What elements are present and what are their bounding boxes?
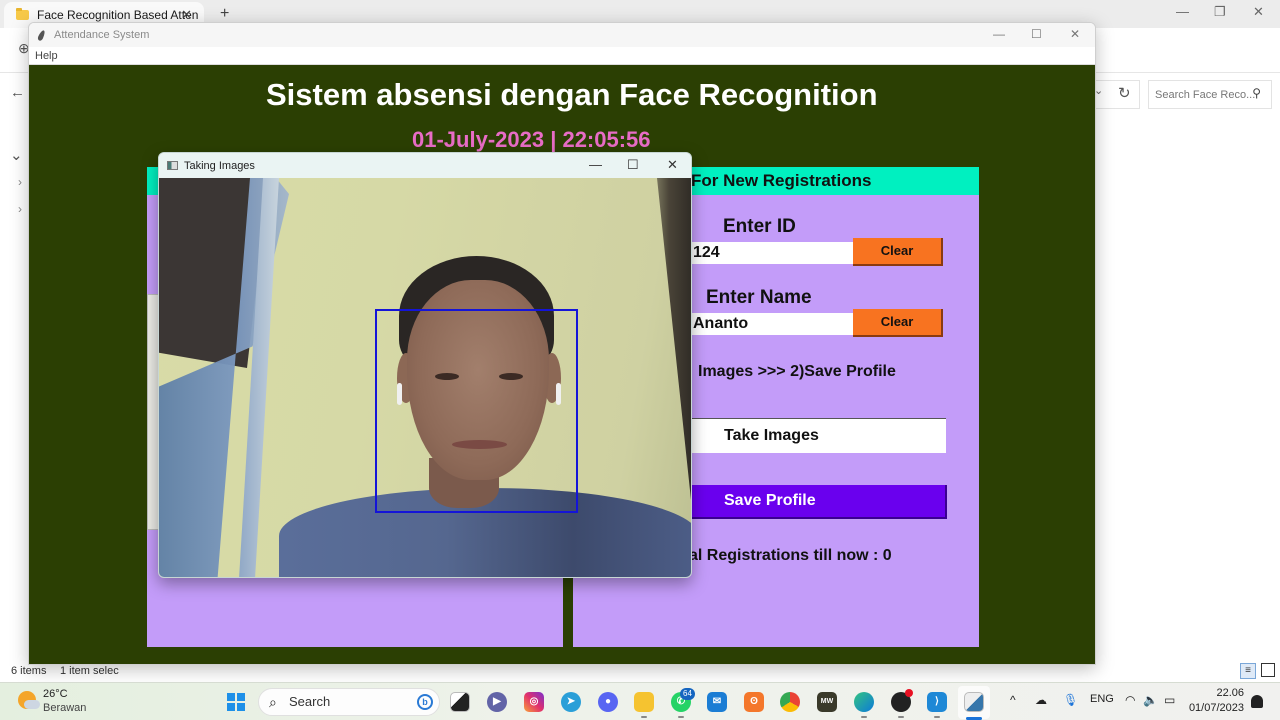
clear-id-button[interactable]: Clear — [853, 238, 943, 266]
explorer-tab-title: Face Recognition Based Atten — [37, 8, 199, 22]
attendance-maximize-button[interactable]: ☐ — [1031, 27, 1042, 41]
item-count: 6 items — [11, 665, 47, 677]
capture-maximize-button[interactable]: ☐ — [627, 157, 639, 173]
tree-expand-icon[interactable]: › — [18, 202, 22, 216]
volume-icon[interactable]: 🔈 — [1143, 693, 1158, 707]
clear-name-button[interactable]: Clear — [853, 309, 943, 337]
taskbar-search-label: Search — [289, 694, 331, 709]
app-title: Sistem absensi dengan Face Recognition — [266, 77, 878, 112]
folder-icon — [16, 8, 29, 20]
microphone-icon[interactable]: 🎙 — [1063, 693, 1078, 707]
save-profile-button[interactable]: Save Profile — [691, 485, 947, 519]
tab-close-icon[interactable]: ✕ — [181, 7, 192, 23]
name-input[interactable]: Ananto — [691, 313, 853, 335]
battery-icon[interactable]: ▭ — [1164, 693, 1175, 707]
face-detection-box — [375, 309, 578, 513]
taking-images-title: Taking Images — [184, 159, 255, 172]
id-input[interactable]: 124 — [691, 242, 853, 264]
vscode-icon[interactable]: ⟩ — [927, 692, 947, 712]
taking-images-window: Taking Images — ☐ ✕ — [158, 152, 692, 578]
mw-app-icon[interactable]: MW — [817, 692, 837, 712]
total-registrations-label: al Registrations till now : 0 — [689, 547, 892, 564]
tree-expand-icon[interactable]: › — [18, 175, 22, 189]
start-windows-icon[interactable] — [227, 693, 245, 711]
weather-cloud-icon — [24, 700, 40, 709]
attendance-titlebar: Attendance System — ☐ ✕ — [29, 23, 1095, 47]
refresh-icon[interactable]: ↻ — [1118, 84, 1131, 102]
language-indicator[interactable]: ENG — [1090, 693, 1114, 705]
opencv-window-icon — [167, 161, 178, 170]
whatsapp-badge: 64 — [680, 688, 695, 700]
bing-icon[interactable]: b — [417, 694, 433, 710]
task-view-icon[interactable] — [450, 692, 470, 712]
tk-feather-icon — [36, 28, 47, 42]
explorer-close-button[interactable]: ✕ — [1253, 4, 1264, 20]
enter-name-label: Enter Name — [706, 287, 812, 308]
file-explorer-icon[interactable] — [634, 692, 654, 712]
take-images-button[interactable]: Take Images — [691, 418, 946, 453]
taking-images-titlebar: Taking Images — ☐ ✕ — [159, 153, 691, 178]
weather-temperature[interactable]: 26°C — [43, 688, 68, 700]
menu-help[interactable]: Help — [35, 50, 58, 62]
telegram-icon[interactable]: ➤ — [561, 692, 581, 712]
capture-minimize-button[interactable]: — — [589, 157, 602, 172]
notification-bell-icon[interactable] — [1251, 695, 1263, 708]
datetime-label: 01-July-2023 | 22:05:56 — [412, 127, 651, 152]
python-icon[interactable] — [964, 692, 984, 712]
mail-icon[interactable]: ✉ — [707, 692, 727, 712]
search-icon: ⚲ — [1252, 86, 1261, 100]
wifi-icon[interactable]: ◠ — [1125, 693, 1135, 707]
taskbar-search[interactable]: ⌕ Search b — [258, 688, 440, 716]
xampp-icon[interactable]: ʘ — [744, 692, 764, 712]
search-placeholder: Search Face Reco... — [1155, 88, 1256, 101]
search-icon: ⌕ — [269, 694, 277, 710]
discord-icon[interactable]: ● — [598, 692, 618, 712]
webcam-frame — [159, 178, 691, 577]
clock-date[interactable]: 01/07/2023 — [1189, 702, 1244, 714]
new-tab-button[interactable]: + — [220, 5, 229, 23]
explorer-search-input[interactable]: Search Face Reco... ⚲ — [1148, 80, 1272, 109]
chrome-icon[interactable] — [780, 692, 800, 712]
teams-icon[interactable]: ▶ — [487, 692, 507, 712]
back-arrow-icon[interactable]: ← — [10, 84, 25, 101]
running-indicator — [678, 716, 684, 718]
tiles-view-button[interactable] — [1261, 663, 1275, 677]
attendance-close-button[interactable]: ✕ — [1070, 27, 1080, 41]
taskbar: 26°C Berawan ⌕ Search b ▶ ◎ ➤ ● ✆ 64 ✉ ʘ… — [0, 682, 1280, 720]
details-view-button[interactable]: ≡ — [1240, 663, 1256, 679]
running-indicator — [641, 716, 647, 718]
menu-bar: Help — [29, 47, 1095, 65]
steps-label: Images >>> 2)Save Profile — [698, 363, 896, 380]
explorer-restore-button[interactable]: ❐ — [1214, 4, 1226, 20]
running-indicator — [861, 716, 867, 718]
instagram-icon[interactable]: ◎ — [524, 692, 544, 712]
enter-id-label: Enter ID — [723, 216, 796, 237]
selection-count: 1 item selec — [60, 665, 119, 677]
edge-icon[interactable] — [854, 692, 874, 712]
capture-close-button[interactable]: ✕ — [667, 157, 678, 173]
weather-description[interactable]: Berawan — [43, 702, 86, 714]
tray-chevron-icon[interactable]: ^ — [1010, 693, 1016, 707]
attendance-minimize-button[interactable]: — — [993, 27, 1005, 41]
running-indicator — [898, 716, 904, 718]
attendance-window-title: Attendance System — [54, 29, 150, 41]
explorer-minimize-button[interactable]: — — [1176, 4, 1189, 19]
clock-time[interactable]: 22.06 — [1216, 687, 1244, 699]
running-indicator — [934, 716, 940, 718]
onedrive-icon[interactable]: ☁ — [1035, 693, 1047, 707]
recording-indicator — [905, 689, 913, 697]
chevron-down-icon[interactable]: ⌄ — [10, 146, 23, 164]
